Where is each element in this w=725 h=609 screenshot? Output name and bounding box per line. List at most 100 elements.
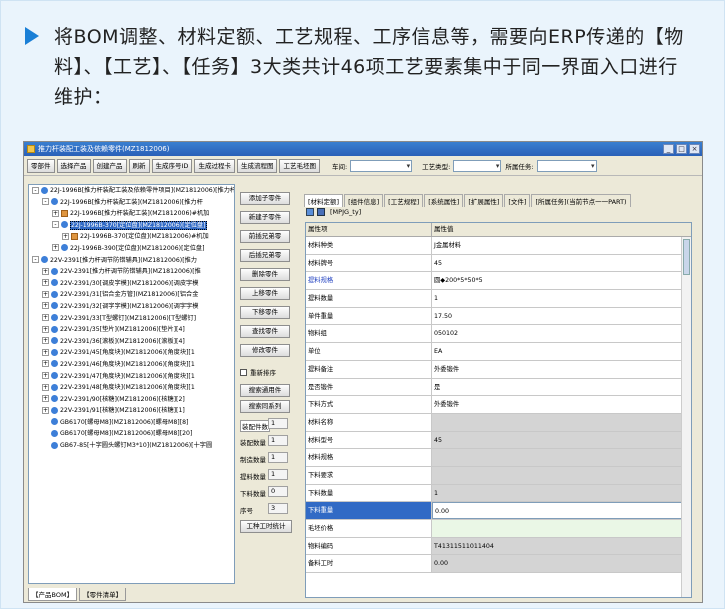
tab-product-bom[interactable]: 【产品BOM】 — [28, 588, 78, 601]
grid-scrollbar[interactable] — [681, 237, 691, 597]
tree-node[interactable]: +22V-2391/32[调字字模](MZ1812006)[调字字模 — [29, 301, 234, 313]
refresh-icon[interactable] — [306, 208, 314, 216]
tab-material-quota[interactable]: [材料定额] — [304, 194, 344, 207]
maximize-icon[interactable]: □ — [676, 144, 687, 154]
tree-node[interactable]: +22V-2391/91[核糖](MZ1812006)[核糖][1] — [29, 405, 234, 417]
tree-node[interactable]: - 22J-1996B[推力杆装配工装及依赖零件项目](MZ1812006)[推力… — [29, 185, 234, 197]
expand-icon[interactable]: + — [42, 383, 49, 391]
quantity-field[interactable]: 0 — [268, 486, 288, 497]
tree-node[interactable]: +22V-2391/48[角度块](MZ1812006)[角度块][1 — [29, 382, 234, 394]
tree-node[interactable]: - 22J-1996B-370[定位盘](MZ1812006)[定位盘] — [29, 220, 234, 232]
property-value[interactable]: EA — [432, 343, 691, 360]
expand-icon[interactable]: + — [52, 209, 59, 217]
labor-hours-stats-button[interactable]: 工种工时统计 — [240, 520, 292, 533]
generate-process-card-button[interactable]: 生成过程卡 — [194, 158, 235, 173]
tab-process-spec[interactable]: [工艺规程] — [384, 194, 424, 207]
tab-owning-task[interactable]: [所属任务](当前节点一一PART) — [531, 194, 631, 207]
scrollbar-thumb[interactable] — [683, 239, 690, 275]
expand-icon[interactable]: + — [42, 302, 49, 310]
tab-files[interactable]: [文件] — [504, 194, 531, 207]
collapse-icon[interactable]: - — [42, 198, 49, 206]
tree-node[interactable]: GB6170[螺母M8](MZ1812006)[螺母M8][8] — [29, 417, 234, 429]
quantity-field[interactable]: 1 — [268, 418, 288, 429]
tree-node[interactable]: +22V-2391/45[角度块](MZ1812006)[角度块][1 — [29, 347, 234, 359]
quantity-field[interactable]: 1 — [268, 469, 288, 480]
close-icon[interactable]: × — [689, 144, 700, 154]
expand-icon[interactable]: + — [52, 244, 59, 252]
tree-node[interactable]: +22V-2391/47[角度块](MZ1812006)[角度块][1 — [29, 371, 234, 383]
tree-node[interactable]: +22J-1996B-370[定位盘](MZ1812006)#机加 — [29, 231, 234, 243]
tree-node[interactable]: +22V-2391/31[铝合金方管](MZ1812006)[铝合金 — [29, 289, 234, 301]
property-value[interactable]: 圆◆200*5*50*5 — [432, 272, 691, 289]
quantity-field[interactable]: 1 — [268, 435, 288, 446]
expand-icon[interactable]: + — [42, 290, 49, 298]
product-bom-tree[interactable]: -22J-1996B[推力杆装配工装及依赖零件项目](MZ1812006)[推力… — [28, 184, 235, 584]
refresh-button[interactable]: 刷新 — [128, 158, 150, 173]
tab-parts-list[interactable]: 【零件清单】 — [79, 588, 127, 601]
tree-node[interactable]: GB67-85[十字圆头螺钉M3*10](MZ1812006)[十字圆 — [29, 440, 234, 452]
collapse-icon[interactable]: - — [52, 221, 59, 229]
save-icon[interactable] — [317, 208, 325, 216]
tab-system-attrs[interactable]: [系统属性] — [424, 194, 464, 207]
tree-node[interactable]: +22V-2391/36[滚板](MZ1812006)[滚板][4] — [29, 336, 234, 348]
property-value[interactable]: 1 — [432, 290, 691, 307]
insert-sibling-after-button[interactable]: 后插兄弟零 — [240, 249, 290, 262]
quantity-field[interactable]: 1 — [268, 452, 288, 463]
tree-node[interactable]: +22V-2391/33[T型螺钉](MZ1812006)[T型螺钉] — [29, 313, 234, 325]
expand-icon[interactable]: + — [42, 406, 49, 414]
delete-part-button[interactable]: 删除零件 — [240, 268, 290, 281]
property-value[interactable]: 外委锻件 — [432, 396, 691, 413]
tree-node[interactable]: +22V-2391[推力杆调节防错辅具](MZ1812006)[推 — [29, 266, 234, 278]
reorder-checkbox[interactable]: 重新排序 — [240, 367, 276, 377]
property-value[interactable]: 是 — [432, 379, 691, 396]
property-value[interactable] — [432, 466, 691, 484]
tree-node[interactable]: - 22J-1996B[推力杆装配工装](MZ1812006)[推力杆 — [29, 197, 234, 209]
edit-part-button[interactable]: 修改零件 — [240, 344, 290, 357]
property-value[interactable]: 0.00 — [432, 502, 691, 519]
property-value[interactable]: 外委锻件 — [432, 361, 691, 378]
tree-node[interactable]: - 22V-2391[推力杆调节防错辅具](MZ1812006)[推力 — [29, 255, 234, 267]
create-product-button[interactable]: 创建产品 — [92, 158, 127, 173]
expand-icon[interactable]: + — [42, 337, 49, 345]
move-up-button[interactable]: 上移零件 — [240, 287, 290, 300]
generate-id-button[interactable]: 生成序号ID — [151, 158, 193, 173]
select-product-button[interactable]: 选择产品 — [56, 158, 91, 173]
property-value[interactable]: 45 — [432, 431, 691, 449]
workshop-select[interactable] — [350, 159, 413, 172]
expand-icon[interactable]: + — [42, 360, 49, 368]
expand-icon[interactable]: + — [42, 267, 49, 275]
collapse-icon[interactable]: - — [32, 186, 39, 194]
process-type-select[interactable] — [453, 159, 502, 172]
add-child-part-button[interactable]: 添加子零件 — [240, 192, 290, 205]
minimize-icon[interactable]: _ — [663, 144, 674, 154]
generate-flowchart-button[interactable]: 生成流程图 — [236, 158, 278, 173]
expand-icon[interactable]: + — [62, 232, 69, 240]
checkbox-icon[interactable] — [240, 368, 247, 376]
tree-node[interactable]: +22J-1996B[推力杆装配工装](MZ1812006)#机加 — [29, 208, 234, 220]
expand-icon[interactable]: + — [42, 395, 49, 403]
collapse-icon[interactable]: - — [32, 256, 39, 264]
property-value[interactable]: 050102 — [432, 325, 691, 342]
parts-button[interactable]: 零部件 — [27, 158, 55, 173]
insert-sibling-before-button[interactable]: 前插兄弟零 — [240, 230, 290, 243]
new-child-part-button[interactable]: 新建子零件 — [240, 211, 290, 224]
expand-icon[interactable]: + — [42, 279, 49, 287]
blank-drawing-button[interactable]: 工艺毛坯图 — [279, 158, 320, 173]
search-common-parts-button[interactable]: 搜索通用件 — [240, 384, 290, 397]
expand-icon[interactable]: + — [42, 314, 49, 322]
property-value[interactable]: T41311511011404 — [432, 537, 691, 555]
property-value[interactable] — [432, 520, 691, 537]
property-value[interactable] — [432, 413, 691, 431]
tab-component-info[interactable]: [组件信息] — [344, 194, 384, 207]
task-select[interactable] — [536, 159, 597, 172]
property-value[interactable]: J金属材料 — [432, 237, 691, 254]
tree-node[interactable]: +22V-2391/30[调皮字模](MZ1812006)[调皮字模 — [29, 278, 234, 290]
property-value[interactable]: 45 — [432, 255, 691, 272]
tree-node[interactable]: GB6170[螺母M8](MZ1812006)[螺母M8][20] — [29, 428, 234, 440]
tab-extended-attrs[interactable]: [扩展属性] — [464, 194, 504, 207]
tree-node[interactable]: +22V-2391/46[角度块](MZ1812006)[角度块][1 — [29, 359, 234, 371]
property-value[interactable]: 17.50 — [432, 308, 691, 325]
expand-icon[interactable]: + — [42, 348, 49, 356]
property-value[interactable]: 0.00 — [432, 555, 691, 573]
tree-node[interactable]: +22J-1996B-390[定位盘](MZ1812006)[定位盘] — [29, 243, 234, 255]
